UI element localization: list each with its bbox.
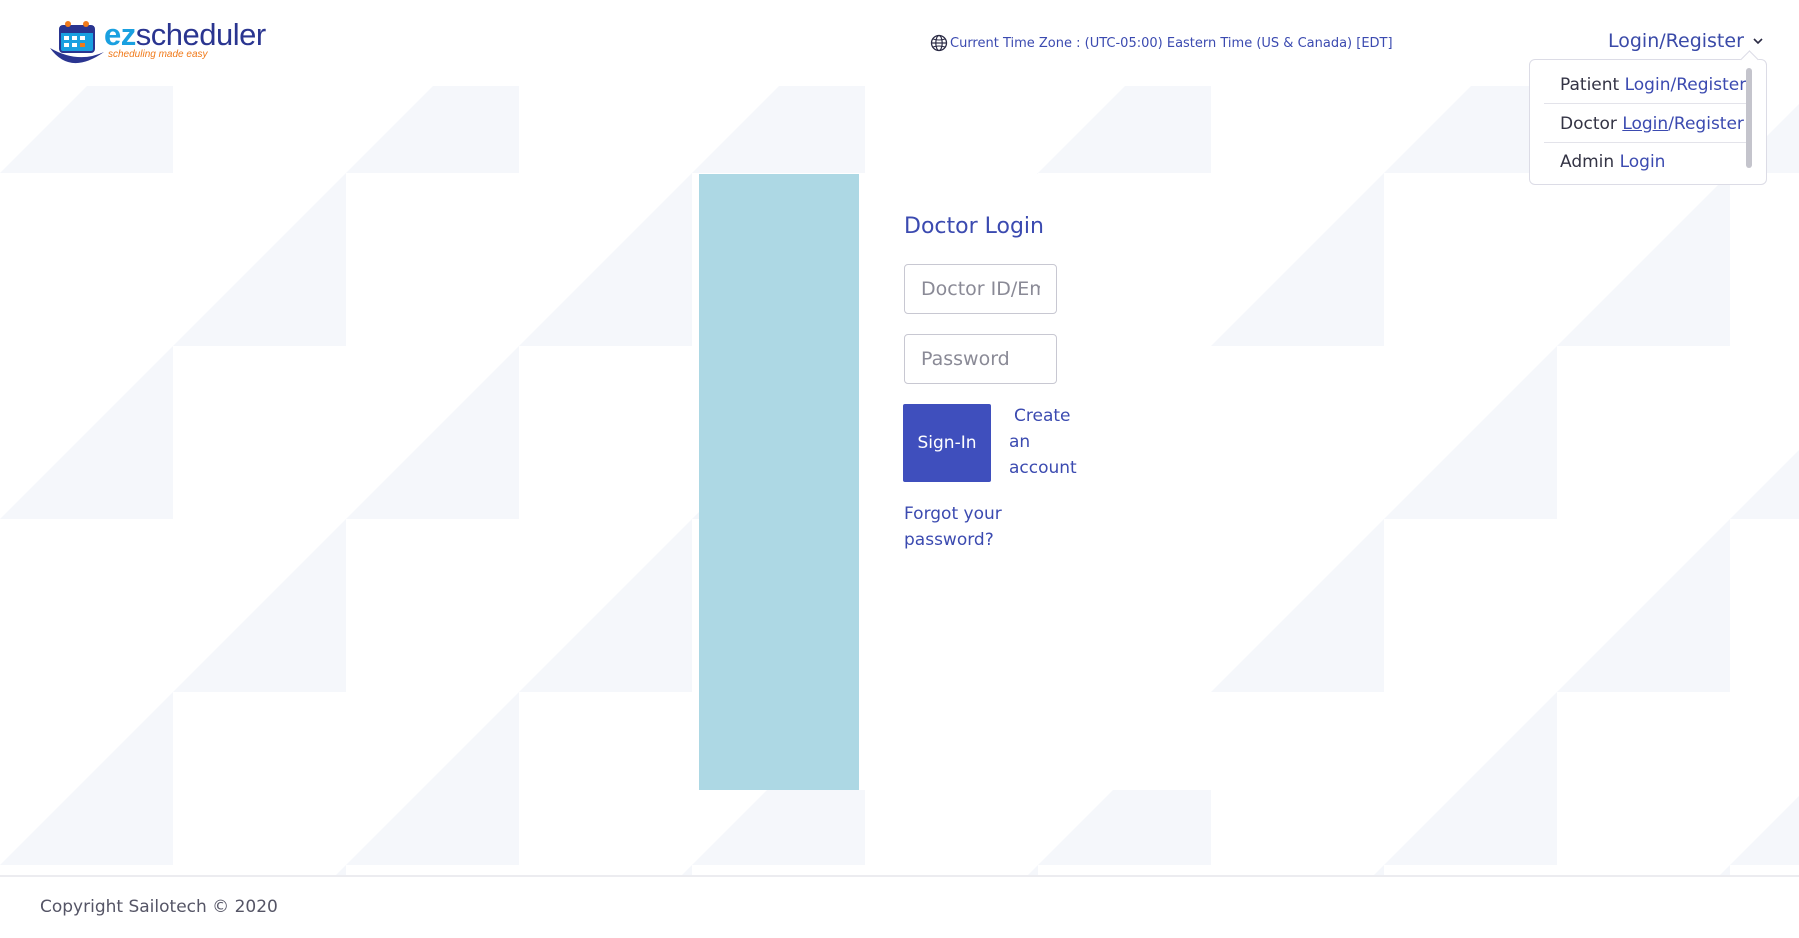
dropdown-role-label: Patient (1560, 75, 1620, 95)
page-footer: Copyright Sailotech © 2020 (0, 875, 1799, 938)
forgot-password-link[interactable]: Forgot your password? (904, 501, 1014, 553)
admin-login-link[interactable]: Login (1620, 152, 1666, 172)
brand-logo[interactable]: ezscheduler scheduling made easy (48, 16, 278, 72)
chevron-down-icon (1753, 38, 1763, 45)
globe-icon (930, 34, 948, 52)
copyright-text: Copyright Sailotech © 2020 (40, 897, 278, 917)
form-title: Doctor Login (904, 214, 1044, 239)
login-register-menu[interactable]: Login/Register (1608, 30, 1764, 52)
calendar-logo-icon (50, 21, 104, 64)
dropdown-item-doctor: Doctor Login/Register (1544, 105, 1746, 143)
brand-name: ezscheduler (104, 17, 266, 52)
dropdown-scrollbar[interactable] (1746, 68, 1752, 168)
login-register-label: Login/Register (1608, 30, 1744, 52)
timezone-text: Current Time Zone : (UTC-05:00) Eastern … (950, 35, 1393, 51)
brand-tagline: scheduling made easy (108, 49, 208, 60)
doctor-register-link[interactable]: Register (1674, 114, 1744, 134)
login-side-image (699, 174, 859, 790)
dropdown-role-label: Doctor (1560, 114, 1617, 134)
dropdown-role-label: Admin (1560, 152, 1615, 172)
doctor-login-link[interactable]: Login (1622, 114, 1668, 134)
create-account-link[interactable]: Create an account (1009, 403, 1081, 481)
timezone-indicator: Current Time Zone : (UTC-05:00) Eastern … (930, 33, 1393, 53)
sign-in-button[interactable]: Sign-In (903, 404, 991, 482)
patient-register-link[interactable]: Register (1676, 75, 1746, 95)
password-input[interactable] (904, 334, 1057, 384)
patient-login-link[interactable]: Login (1625, 75, 1671, 95)
doctor-login-form: Doctor Login Sign-In Create an account F… (859, 174, 1211, 790)
doctor-id-email-input[interactable] (904, 264, 1057, 314)
dropdown-item-admin: Admin Login (1544, 143, 1746, 181)
login-register-dropdown: Patient Login/Register Doctor Login/Regi… (1529, 50, 1767, 185)
dropdown-item-patient: Patient Login/Register (1544, 66, 1746, 104)
